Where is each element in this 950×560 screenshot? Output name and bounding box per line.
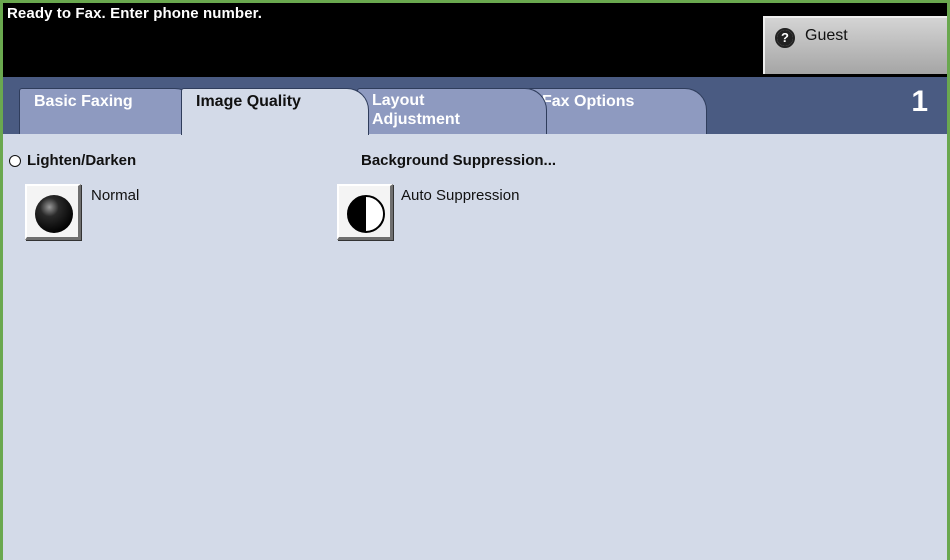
dark-sphere-icon — [35, 195, 73, 233]
lighten-darken-value: Normal — [91, 187, 140, 204]
lighten-darken-heading: Lighten/Darken — [27, 152, 137, 169]
background-suppression-heading: Background Suppression... — [361, 152, 557, 169]
tab-bar: Basic Faxing Image Quality Layout Adjust… — [3, 77, 947, 135]
status-bar: Ready to Fax. Enter phone number. ? Gues… — [3, 3, 947, 77]
background-suppression-button[interactable] — [337, 184, 393, 240]
status-message: Ready to Fax. Enter phone number. — [7, 5, 263, 22]
help-icon: ? — [775, 28, 795, 48]
guest-label: Guest — [805, 27, 848, 44]
tab-image-quality[interactable]: Image Quality — [181, 88, 369, 135]
lighten-darken-button[interactable] — [25, 184, 81, 240]
guest-button[interactable]: ? Guest — [763, 16, 947, 74]
tab-fax-options[interactable]: Fax Options — [527, 88, 707, 134]
tab-basic-faxing[interactable]: Basic Faxing — [19, 88, 197, 134]
image-quality-panel: Lighten/Darken Normal Background Suppres… — [3, 134, 947, 560]
help-icon-glyph: ? — [777, 30, 793, 46]
tab-label: Basic Faxing — [34, 93, 133, 110]
half-contrast-icon — [347, 195, 385, 233]
fax-screen: Ready to Fax. Enter phone number. ? Gues… — [0, 0, 950, 560]
tab-label: Fax Options — [542, 93, 635, 110]
tab-label: Image Quality — [196, 93, 301, 110]
tab-layout-adjustment[interactable]: Layout Adjustment — [357, 88, 547, 134]
page-number: 1 — [911, 85, 928, 118]
tab-label-line-1: Layout — [372, 92, 425, 109]
tab-label-line-2: Adjustment — [372, 111, 460, 128]
background-suppression-value: Auto Suppression — [401, 187, 520, 204]
radio-circle-icon[interactable] — [9, 155, 21, 167]
